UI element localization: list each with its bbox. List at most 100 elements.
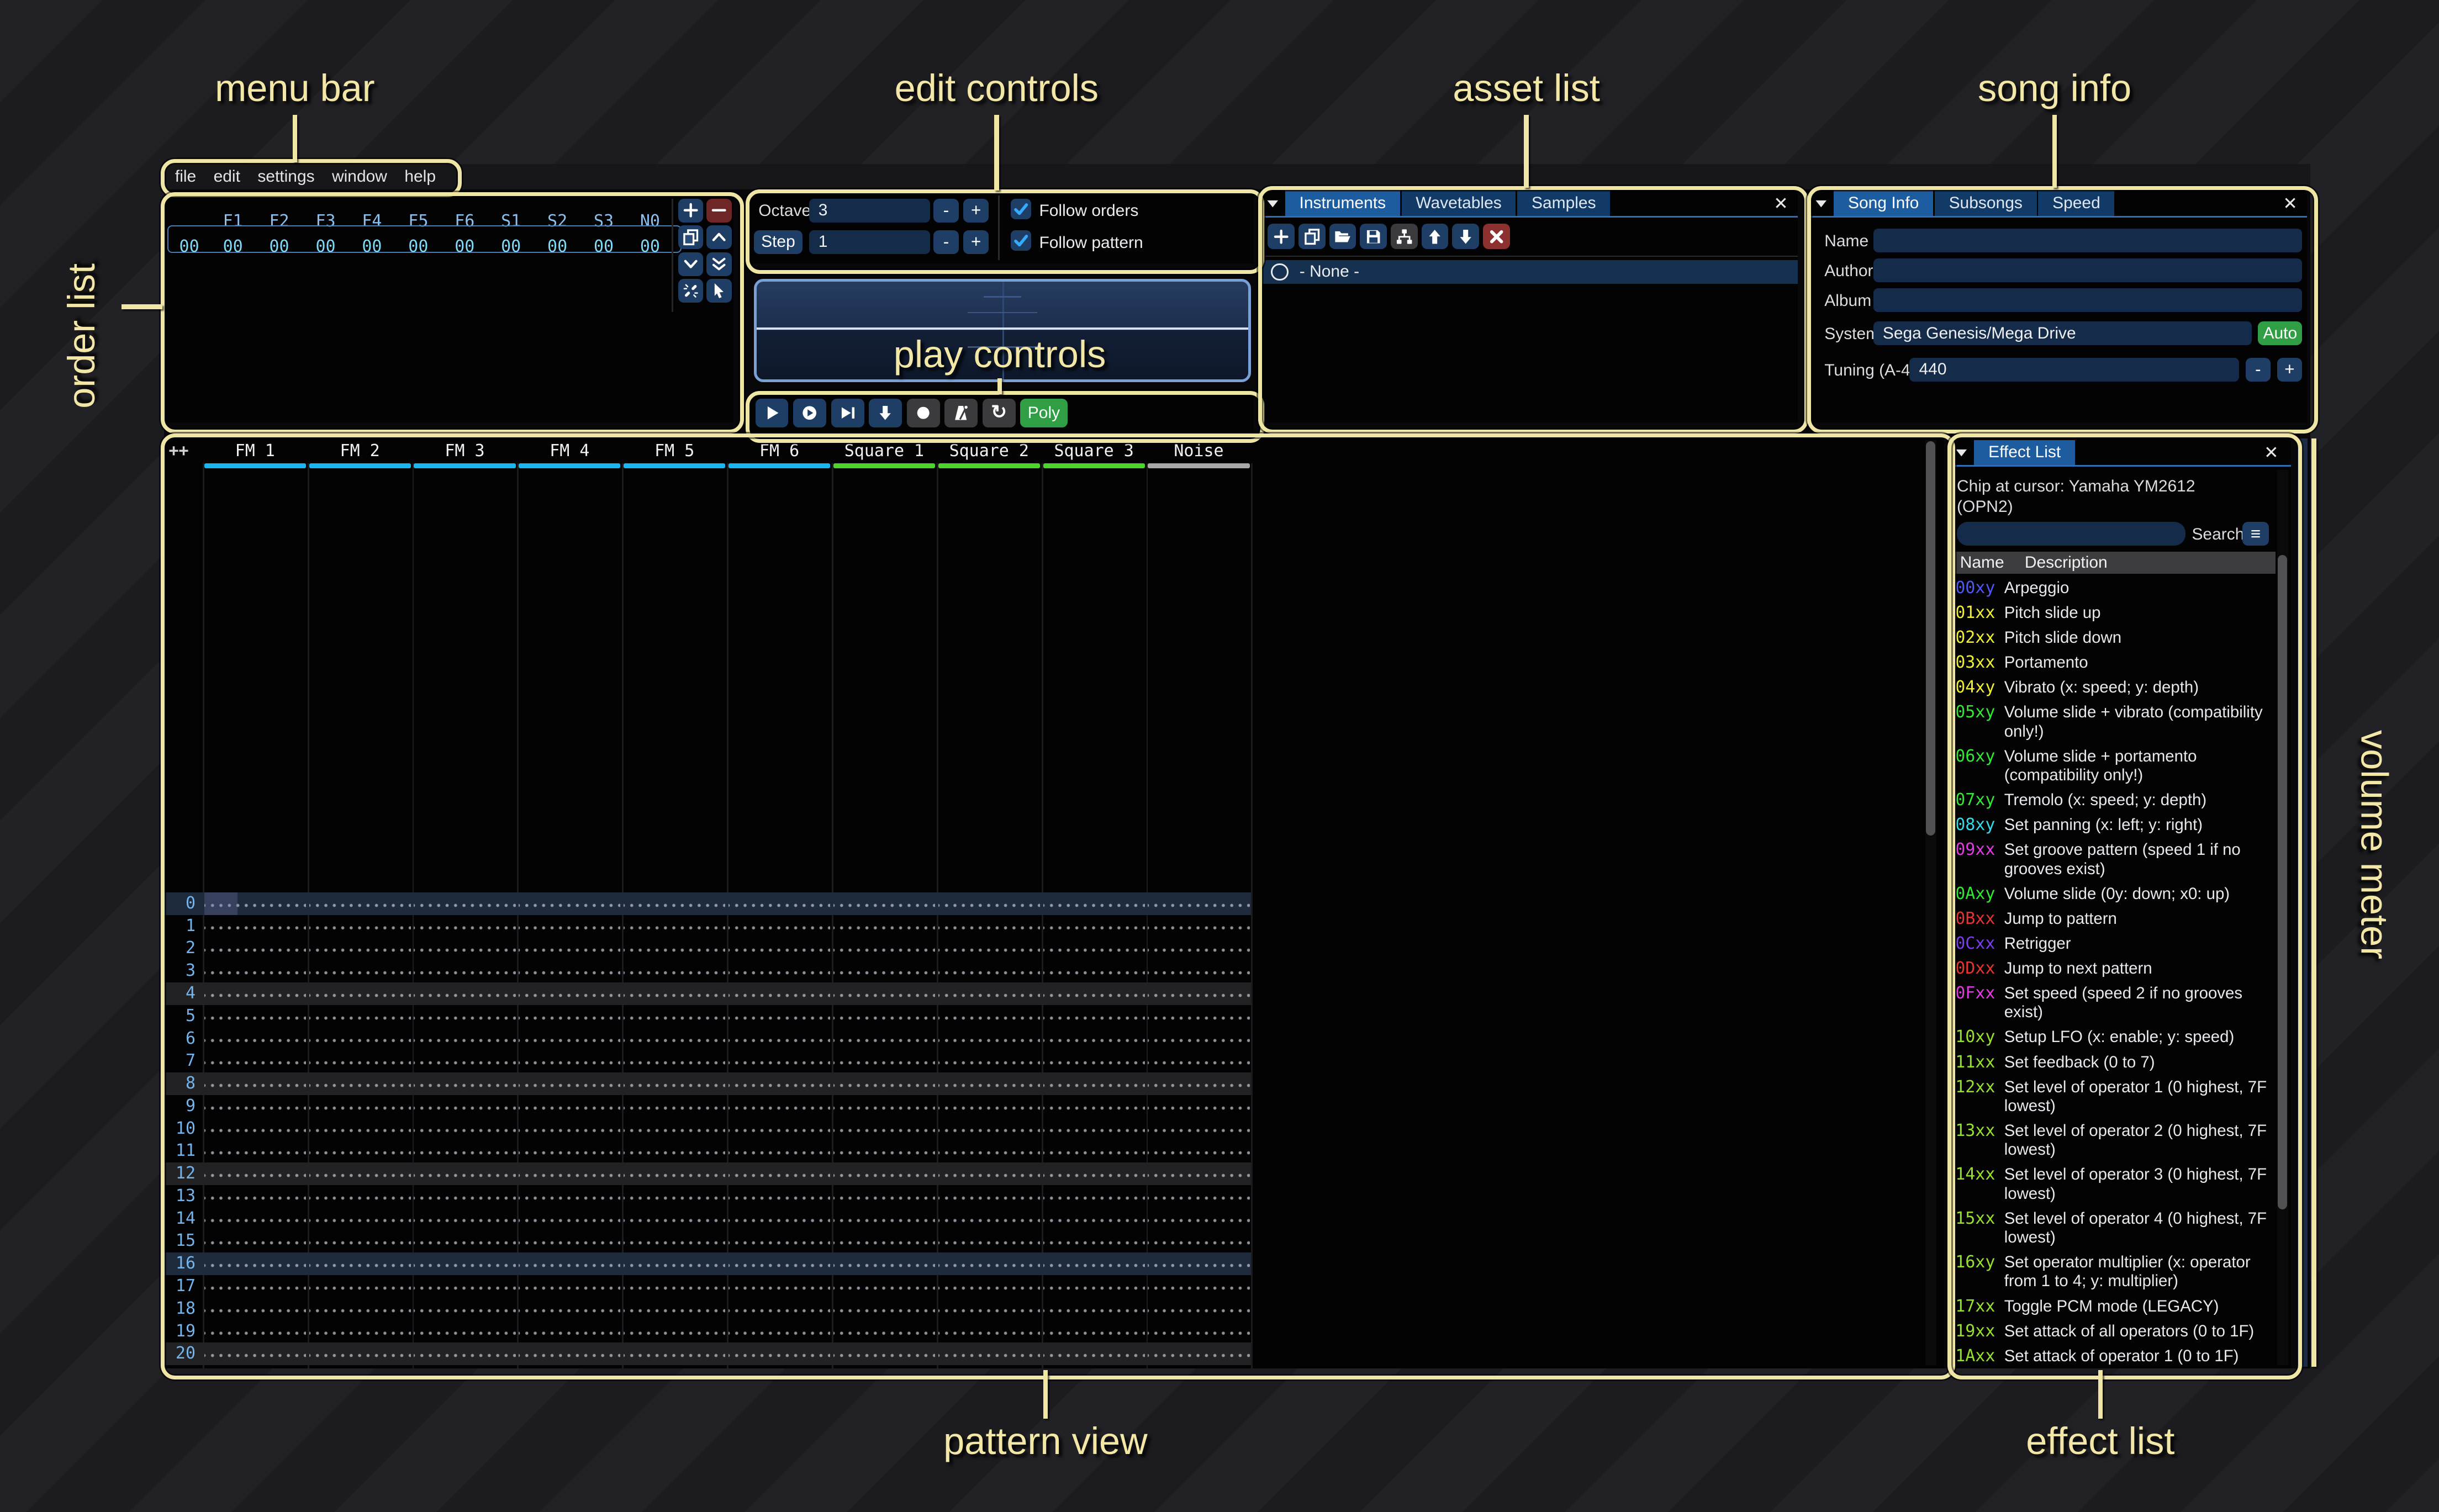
pattern-cell[interactable] <box>833 1140 935 1162</box>
pattern-cell[interactable] <box>1148 915 1249 938</box>
pattern-cell[interactable] <box>833 1095 935 1118</box>
pattern-cell[interactable] <box>1148 1275 1249 1298</box>
open-asset-button[interactable] <box>1329 224 1356 249</box>
pattern-cell[interactable] <box>624 1118 725 1140</box>
pattern-cell[interactable] <box>938 1162 1040 1185</box>
pattern-cell[interactable] <box>204 1118 306 1140</box>
pattern-cell[interactable] <box>1043 1252 1145 1275</box>
pattern-cell[interactable] <box>204 1140 306 1162</box>
channel-header-fm-4[interactable]: FM 4 <box>517 441 622 461</box>
effect-row-05xy[interactable]: 05xyVolume slide + vibrato (compatibilit… <box>1955 703 2276 741</box>
pattern-cell[interactable] <box>938 960 1040 982</box>
pattern-cell[interactable] <box>624 1140 725 1162</box>
pattern-cell[interactable] <box>309 1005 411 1028</box>
pattern-cell[interactable] <box>938 915 1040 938</box>
pattern-cell[interactable] <box>1148 1230 1249 1252</box>
song-tab-subsongs[interactable]: Subsongs <box>1935 191 2037 216</box>
pattern-cell[interactable] <box>833 1185 935 1208</box>
pattern-cell[interactable] <box>414 1208 515 1230</box>
song-tab-speed[interactable]: Speed <box>2038 191 2114 216</box>
asset-close-icon[interactable]: ✕ <box>1773 194 1788 214</box>
pattern-row-15[interactable]: 15 <box>164 1230 1252 1252</box>
channel-header-fm-3[interactable]: FM 3 <box>413 441 518 461</box>
pattern-cell[interactable] <box>204 915 306 938</box>
pattern-cell[interactable] <box>204 1162 306 1185</box>
step-input[interactable]: 1 <box>809 230 931 254</box>
edit-record-button[interactable] <box>907 399 940 427</box>
auto-system-button[interactable]: Auto <box>2258 321 2302 345</box>
tuning-input[interactable]: 440 <box>1909 358 2239 382</box>
pattern-cell[interactable] <box>204 1298 306 1320</box>
effect-row-03xx[interactable]: 03xxPortamento <box>1955 653 2276 672</box>
pattern-cell[interactable] <box>309 960 411 982</box>
pattern-cell[interactable] <box>414 1140 515 1162</box>
pattern-cell[interactable] <box>1148 1342 1249 1365</box>
pattern-cell[interactable] <box>938 982 1040 1005</box>
pattern-cell[interactable] <box>624 1365 725 1368</box>
effect-menu-button[interactable]: ≡ <box>2242 522 2269 546</box>
order-cell[interactable]: 00 <box>256 237 303 256</box>
pattern-cell[interactable] <box>1148 892 1249 915</box>
step-button[interactable]: Step <box>754 230 803 254</box>
effect-row-02xx[interactable]: 02xxPitch slide down <box>1955 628 2276 647</box>
pattern-cell[interactable] <box>624 937 725 960</box>
effect-row-08xy[interactable]: 08xySet panning (x: left; y: right) <box>1955 816 2276 834</box>
delete-asset-button[interactable] <box>1483 224 1510 249</box>
pattern-cell[interactable] <box>728 937 830 960</box>
pattern-cell[interactable] <box>309 1275 411 1298</box>
pattern-cell[interactable] <box>728 1095 830 1118</box>
pattern-cell[interactable] <box>309 1162 411 1185</box>
pattern-cell[interactable] <box>309 1072 411 1095</box>
octave-input[interactable]: 3 <box>809 199 931 223</box>
pattern-cell[interactable] <box>938 1072 1040 1095</box>
channel-header-fm-2[interactable]: FM 2 <box>308 441 413 461</box>
album-input[interactable] <box>1873 288 2303 312</box>
order-row-index[interactable]: 00 <box>168 237 209 256</box>
pattern-cell[interactable] <box>519 1050 620 1072</box>
pattern-cell[interactable] <box>309 1118 411 1140</box>
pattern-cell[interactable] <box>728 1342 830 1365</box>
effect-row-14xx[interactable]: 14xxSet level of operator 3 (0 highest, … <box>1955 1165 2276 1203</box>
pattern-cell[interactable] <box>938 1320 1040 1343</box>
pattern-cell[interactable] <box>1148 1140 1249 1162</box>
pattern-cell[interactable] <box>519 892 620 915</box>
pattern-row-18[interactable]: 18 <box>164 1298 1252 1320</box>
asset-tab-instruments[interactable]: Instruments <box>1285 191 1400 216</box>
effect-close-icon[interactable]: ✕ <box>2264 443 2278 463</box>
collapse-icon[interactable] <box>1952 440 1971 466</box>
play-button[interactable] <box>756 399 789 427</box>
pattern-cell[interactable] <box>204 1072 306 1095</box>
pattern-cell[interactable] <box>414 1298 515 1320</box>
pattern-cell[interactable] <box>728 1252 830 1275</box>
repeat-pattern-button[interactable]: ↻ <box>983 399 1016 427</box>
order-cell[interactable]: 00 <box>441 237 488 256</box>
pattern-cell[interactable] <box>624 1050 725 1072</box>
channel-header-noise[interactable]: Noise <box>1147 441 1252 461</box>
pattern-cell[interactable] <box>624 892 725 915</box>
pattern-row-17[interactable]: 17 <box>164 1275 1252 1298</box>
effect-row-09xx[interactable]: 09xxSet groove pattern (speed 1 if no gr… <box>1955 840 2276 879</box>
pattern-cell[interactable] <box>519 1342 620 1365</box>
effect-row-12xx[interactable]: 12xxSet level of operator 1 (0 highest, … <box>1955 1078 2276 1116</box>
effect-row-11xx[interactable]: 11xxSet feedback (0 to 7) <box>1955 1053 2276 1072</box>
pattern-cell[interactable] <box>1043 1230 1145 1252</box>
order-cell[interactable]: 00 <box>580 237 627 256</box>
effect-list[interactable]: 00xyArpeggio01xxPitch slide up02xxPitch … <box>1955 579 2276 1366</box>
order-remove-button[interactable] <box>706 199 732 223</box>
save-asset-button[interactable] <box>1360 224 1387 249</box>
pattern-cell[interactable] <box>624 1208 725 1230</box>
pattern-row-13[interactable]: 13 <box>164 1185 1252 1208</box>
pattern-cell[interactable] <box>414 1095 515 1118</box>
pattern-row-0[interactable]: 0 <box>164 892 1252 915</box>
pattern-cell[interactable] <box>624 1072 725 1095</box>
pattern-cell[interactable] <box>833 1072 935 1095</box>
pattern-cell[interactable] <box>1148 982 1249 1005</box>
pattern-cell[interactable] <box>519 1140 620 1162</box>
pattern-row-11[interactable]: 11 <box>164 1140 1252 1162</box>
pattern-cell[interactable] <box>728 1162 830 1185</box>
pattern-cell[interactable] <box>414 1230 515 1252</box>
pattern-cell[interactable] <box>309 937 411 960</box>
pattern-cell[interactable] <box>414 915 515 938</box>
effect-row-06xy[interactable]: 06xyVolume slide + portamento (compatibi… <box>1955 747 2276 785</box>
pattern-cell[interactable] <box>728 1320 830 1343</box>
